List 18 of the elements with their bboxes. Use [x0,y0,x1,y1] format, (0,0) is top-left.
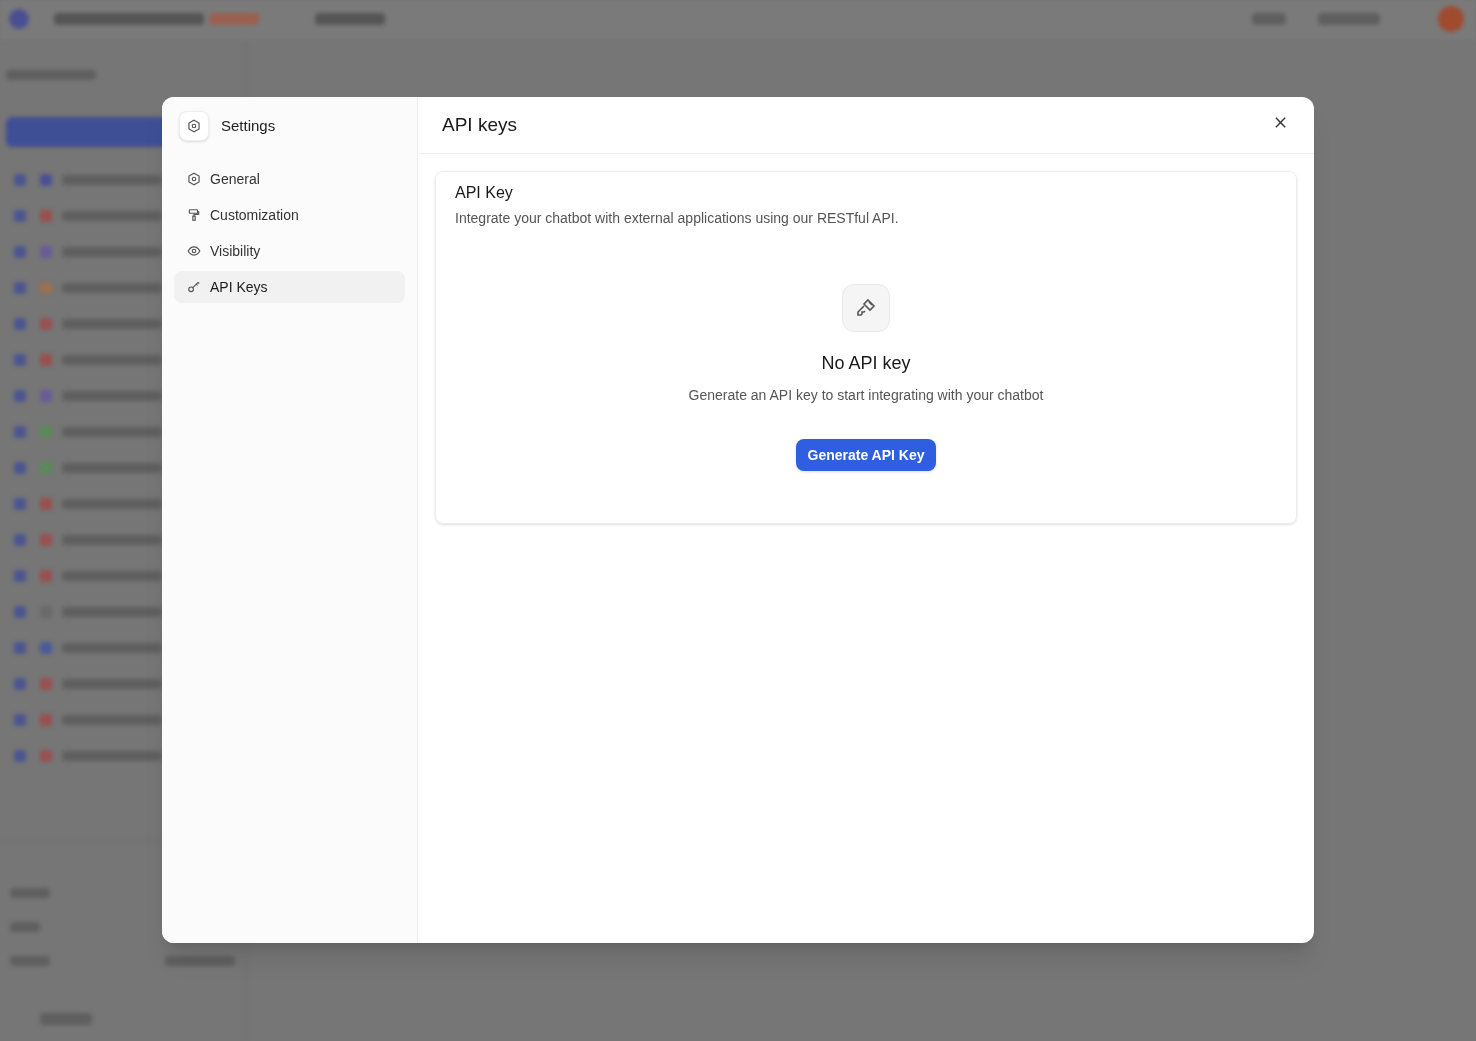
sidebar-item[interactable]: Visibility [174,235,405,267]
empty-state-text: Generate an API key to start integrating with your chatbot [688,386,1044,405]
card-title: API Key [455,183,513,203]
sidebar-item[interactable]: General [174,163,405,195]
close-icon [1273,115,1287,129]
eye-icon [187,244,201,258]
settings-icon [179,111,209,141]
sidebar-item[interactable]: API Keys [174,271,405,303]
key-icon [187,280,201,294]
gear-icon [187,172,201,186]
dialog-title: API keys [442,112,517,137]
sidebar-item[interactable]: Customization [174,199,405,231]
sidebar-title: Settings [221,115,276,136]
empty-state-title: No API key [821,352,911,375]
card-description: Integrate your chatbot with external applications using our RESTful API. [455,209,899,228]
paint-roller-icon [187,208,201,222]
generate-api-key-button[interactable]: Generate API Key [795,439,937,471]
key-icon [842,284,890,332]
